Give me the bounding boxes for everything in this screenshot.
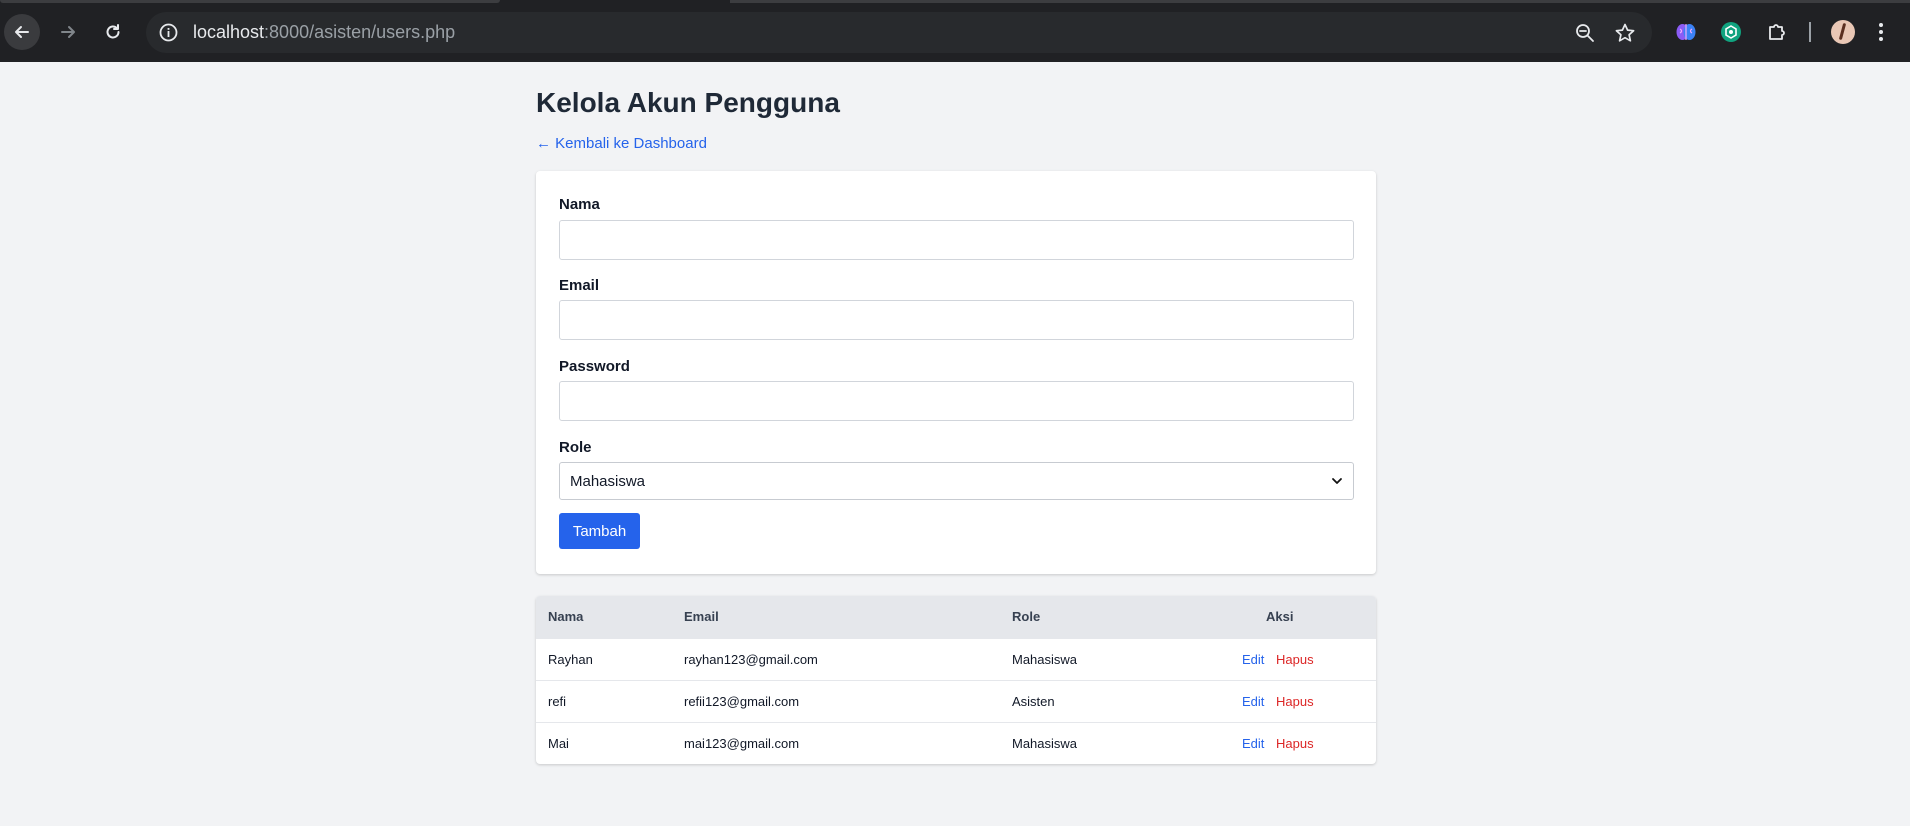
email-input[interactable] bbox=[559, 300, 1354, 340]
role-label: Role bbox=[559, 439, 592, 456]
zoom-icon[interactable] bbox=[1574, 22, 1596, 44]
cell-email: refii123@gmail.com bbox=[684, 694, 800, 709]
extensions-puzzle-icon[interactable] bbox=[1766, 21, 1788, 43]
bookmark-star-icon[interactable] bbox=[1614, 22, 1636, 44]
table-row: Mai mai123@gmail.com Mahasiswa Edit Hapu… bbox=[536, 722, 1376, 764]
nama-label: Nama bbox=[559, 196, 600, 213]
users-table: Nama Email Role Aksi Rayhan rayhan123@gm… bbox=[536, 596, 1376, 764]
chatgpt-extension-icon[interactable] bbox=[1720, 21, 1742, 43]
url-path: :8000/asisten/users.php bbox=[264, 22, 456, 42]
table-header: Nama Email Role Aksi bbox=[536, 596, 1376, 638]
table-row: refi refii123@gmail.com Asisten Edit Hap… bbox=[536, 680, 1376, 722]
cell-email: mai123@gmail.com bbox=[684, 736, 800, 751]
brain-extension-icon[interactable] bbox=[1675, 21, 1697, 43]
reload-icon bbox=[106, 24, 120, 39]
url-host: localhost bbox=[193, 22, 265, 42]
cell-nama: refi bbox=[548, 694, 567, 709]
role-selected-value: Mahasiswa bbox=[570, 472, 646, 490]
edit-link[interactable]: Edit bbox=[1242, 694, 1264, 709]
forward-button[interactable] bbox=[50, 14, 86, 50]
profile-avatar[interactable] bbox=[1831, 20, 1855, 44]
email-label: Email bbox=[559, 277, 600, 294]
url-text[interactable]: localhost:8000/asisten/users.php bbox=[193, 22, 455, 43]
column-header-nama: Nama bbox=[548, 609, 584, 624]
password-input[interactable] bbox=[559, 381, 1354, 421]
nama-input[interactable] bbox=[559, 220, 1354, 260]
hapus-link[interactable]: Hapus bbox=[1276, 694, 1314, 709]
column-header-email: Email bbox=[684, 609, 719, 624]
column-header-role: Role bbox=[1012, 609, 1041, 624]
tambah-button[interactable]: Tambah bbox=[559, 513, 640, 549]
toolbar-separator bbox=[1809, 22, 1811, 42]
browser-menu-icon[interactable] bbox=[1877, 20, 1885, 44]
cell-nama: Mai bbox=[548, 736, 569, 751]
chevron-down-icon bbox=[1332, 478, 1342, 484]
back-button[interactable] bbox=[4, 14, 40, 50]
cell-role: Mahasiswa bbox=[1012, 736, 1078, 751]
hapus-link[interactable]: Hapus bbox=[1276, 736, 1314, 751]
back-arrow-icon bbox=[15, 26, 29, 38]
table-row: Rayhan rayhan123@gmail.com Mahasiswa Edi… bbox=[536, 638, 1376, 680]
back-to-dashboard-link[interactable]: ← Kembali ke Dashboard bbox=[536, 135, 707, 152]
edit-link[interactable]: Edit bbox=[1242, 736, 1264, 751]
page-title: Kelola Akun Pengguna bbox=[536, 87, 840, 118]
reload-button[interactable] bbox=[95, 14, 131, 50]
cell-nama: Rayhan bbox=[548, 652, 593, 667]
edit-link[interactable]: Edit bbox=[1242, 652, 1264, 667]
hapus-link[interactable]: Hapus bbox=[1276, 652, 1314, 667]
cell-role: Asisten bbox=[1012, 694, 1055, 709]
forward-arrow-icon bbox=[61, 26, 75, 38]
tab-strip bbox=[0, 0, 1910, 11]
column-header-aksi: Aksi bbox=[1266, 609, 1294, 624]
site-info-icon[interactable] bbox=[158, 22, 179, 43]
password-label: Password bbox=[559, 358, 630, 375]
cell-email: rayhan123@gmail.com bbox=[684, 652, 818, 667]
address-bar[interactable]: localhost:8000/asisten/users.php bbox=[146, 12, 1652, 53]
user-form-card: Nama Email Password Role Mahasiswa Tamba… bbox=[536, 171, 1376, 574]
browser-chrome: localhost:8000/asisten/users.php bbox=[0, 0, 1910, 62]
role-select[interactable]: Mahasiswa bbox=[559, 462, 1354, 500]
cell-role: Mahasiswa bbox=[1012, 652, 1078, 667]
